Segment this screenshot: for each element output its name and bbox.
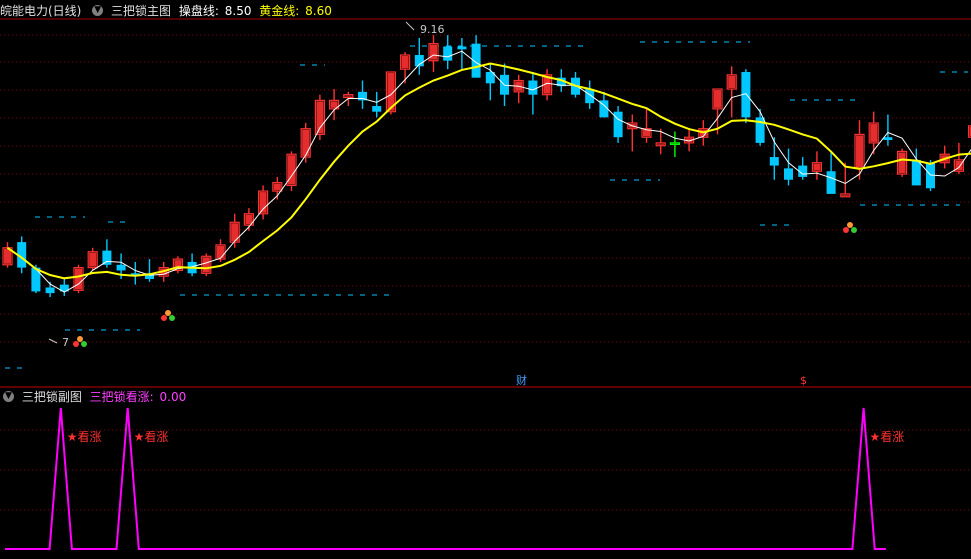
candle-body-down (117, 265, 126, 271)
candle-body-down (443, 46, 452, 60)
signal-ball-icon (843, 227, 849, 233)
candle-body-fill (75, 269, 82, 290)
candle-body-down (372, 106, 381, 112)
candle-body-fill (657, 144, 664, 145)
candle-body-down (784, 168, 793, 179)
candle-body-down (102, 251, 111, 265)
chart-canvas: 9.16 7 财 $ ★看涨 ★看涨 ★看涨 (0, 0, 971, 555)
signal-ball-icon (77, 336, 83, 342)
signal-tag: ★看涨 (67, 429, 102, 444)
signal-ball-icon (73, 341, 79, 347)
candle-body-down (883, 137, 892, 140)
candle-body-fill (671, 144, 678, 145)
gold-line (8, 64, 971, 279)
signal-tag: ★看涨 (870, 429, 905, 444)
signal-tag: ★看涨 (134, 429, 169, 444)
candle-body-down (827, 171, 836, 194)
low-marker-value: 7 (62, 336, 69, 349)
candle-body-fill (302, 130, 309, 156)
main-indicator-name[interactable]: 三把锁主图 (111, 4, 171, 18)
signal-value: 0.00 (160, 390, 187, 404)
candle-body-fill (245, 215, 252, 224)
signal-label: 三把锁看涨: (90, 390, 154, 404)
main-chart-header: 皖能电力(日线) ▼ 三把锁主图 操盘线: 8.50 黄金线: 8.60 (0, 2, 336, 20)
candle-body-fill (813, 164, 820, 171)
operate-line-value: 8.50 (225, 4, 252, 18)
signal-ball-icon (847, 222, 853, 228)
gold-line-value: 8.60 (305, 4, 332, 18)
candle-body-down (457, 46, 466, 49)
candle-body-fill (899, 152, 906, 173)
chart-stage: 9.16 7 财 $ ★看涨 ★看涨 ★看涨 (0, 0, 971, 555)
candle-body-fill (856, 135, 863, 167)
stock-title[interactable]: 皖能电力(日线) (0, 4, 81, 18)
candle-body-fill (89, 253, 96, 267)
operate-line-label: 操盘线: (179, 4, 219, 18)
sub-chart-header: ▼ 三把锁副图 三把锁看涨: 0.00 (0, 388, 190, 406)
gold-line-label: 黄金线: (259, 4, 299, 18)
candle-body-down (46, 287, 55, 293)
candle-body-fill (842, 195, 849, 196)
high-marker-pointer (406, 22, 414, 30)
candle-body-down (770, 157, 779, 166)
high-marker-value: 9.16 (420, 23, 445, 36)
candle-body-fill (217, 246, 224, 258)
candle-body-fill (870, 124, 877, 142)
signal-ball-icon (165, 310, 171, 316)
candle-body-fill (4, 249, 11, 264)
operate-line (8, 51, 971, 292)
candle-body-fill (274, 184, 281, 191)
chevron-down-icon[interactable]: ▼ (92, 5, 103, 16)
candle-body-down (528, 81, 537, 95)
candle-body-fill (331, 101, 338, 108)
candle-body-down (912, 160, 921, 186)
candle-body-fill (643, 130, 650, 137)
signal-ball-icon (851, 227, 857, 233)
candle-body-fill (714, 90, 721, 108)
event-marker-dollar: $ (800, 374, 807, 387)
candle-body-fill (430, 45, 437, 60)
candle-body-fill (203, 257, 210, 272)
candle-body-fill (402, 56, 409, 68)
signal-ball-icon (169, 315, 175, 321)
signal-ball-icon (161, 315, 167, 321)
event-marker-cai: 财 (516, 373, 527, 387)
chevron-down-icon[interactable]: ▼ (3, 391, 14, 402)
candle-body-fill (728, 76, 735, 88)
sub-indicator-name[interactable]: 三把锁副图 (22, 390, 82, 404)
candle-body-down (585, 89, 594, 103)
candle-body-fill (345, 96, 352, 97)
signal-ball-icon (81, 341, 87, 347)
